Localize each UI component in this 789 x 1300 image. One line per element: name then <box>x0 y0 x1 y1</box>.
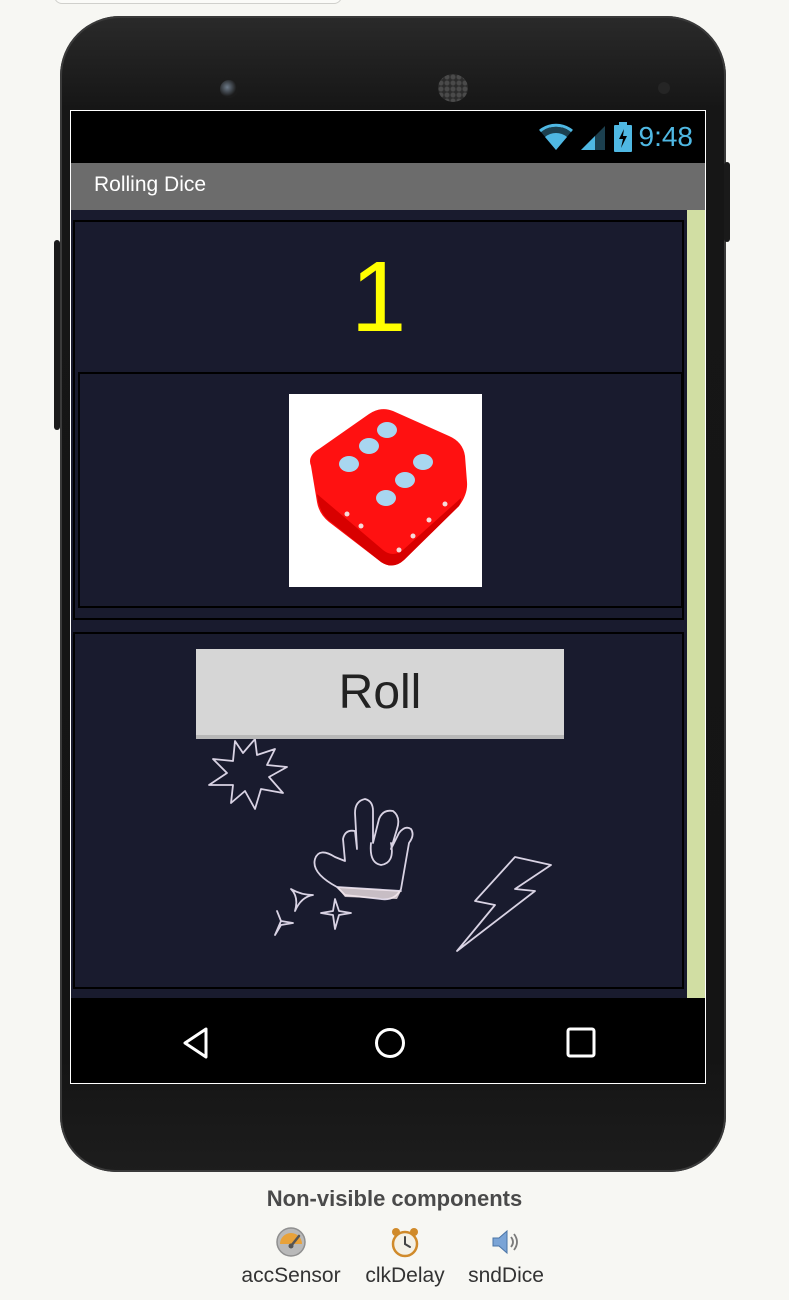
doodle-background-image <box>208 739 552 952</box>
app-bar: Rolling Dice <box>71 163 705 210</box>
volume-button <box>54 240 60 430</box>
home-icon[interactable] <box>373 1026 407 1060</box>
scrollbar[interactable] <box>687 210 705 998</box>
phone-screen: 9:48 Rolling Dice 1 Roll <box>70 110 706 1084</box>
non-visible-item-label: clkDelay <box>365 1264 445 1287</box>
non-visible-item-snddice[interactable]: sndDice <box>460 1226 552 1288</box>
roll-button[interactable]: Roll <box>196 649 564 739</box>
speaker-grille <box>438 74 468 102</box>
screen-content: 1 Roll <box>71 210 687 998</box>
wifi-icon <box>538 123 573 150</box>
front-camera <box>220 80 238 98</box>
proximity-sensor <box>658 82 670 94</box>
signal-icon <box>580 126 605 150</box>
non-visible-item-clkdelay[interactable]: clkDelay <box>354 1226 456 1288</box>
battery-icon <box>613 122 632 152</box>
dice-arrangement: 1 <box>73 220 684 620</box>
dice-image <box>289 394 482 587</box>
navigation-bar <box>71 998 705 1083</box>
status-bar: 9:48 <box>71 111 705 163</box>
back-icon[interactable] <box>181 1026 211 1060</box>
app-title: Rolling Dice <box>94 173 207 196</box>
status-clock: 9:48 <box>638 121 694 152</box>
dice-number-label: 1 <box>350 241 407 353</box>
clock-icon <box>391 1228 419 1258</box>
non-visible-item-label: accSensor <box>241 1264 341 1287</box>
non-visible-item-label: sndDice <box>468 1264 544 1287</box>
power-button <box>724 162 730 242</box>
accelerometer-icon <box>276 1227 306 1257</box>
recents-icon[interactable] <box>565 1026 597 1060</box>
non-visible-item-accsensor[interactable]: accSensor <box>232 1226 350 1288</box>
top-tab <box>54 0 342 4</box>
non-visible-components-title: Non-visible components <box>266 1186 523 1211</box>
sound-icon <box>492 1229 518 1255</box>
dice-image-container <box>78 372 683 608</box>
roll-arrangement: Roll <box>73 632 684 989</box>
